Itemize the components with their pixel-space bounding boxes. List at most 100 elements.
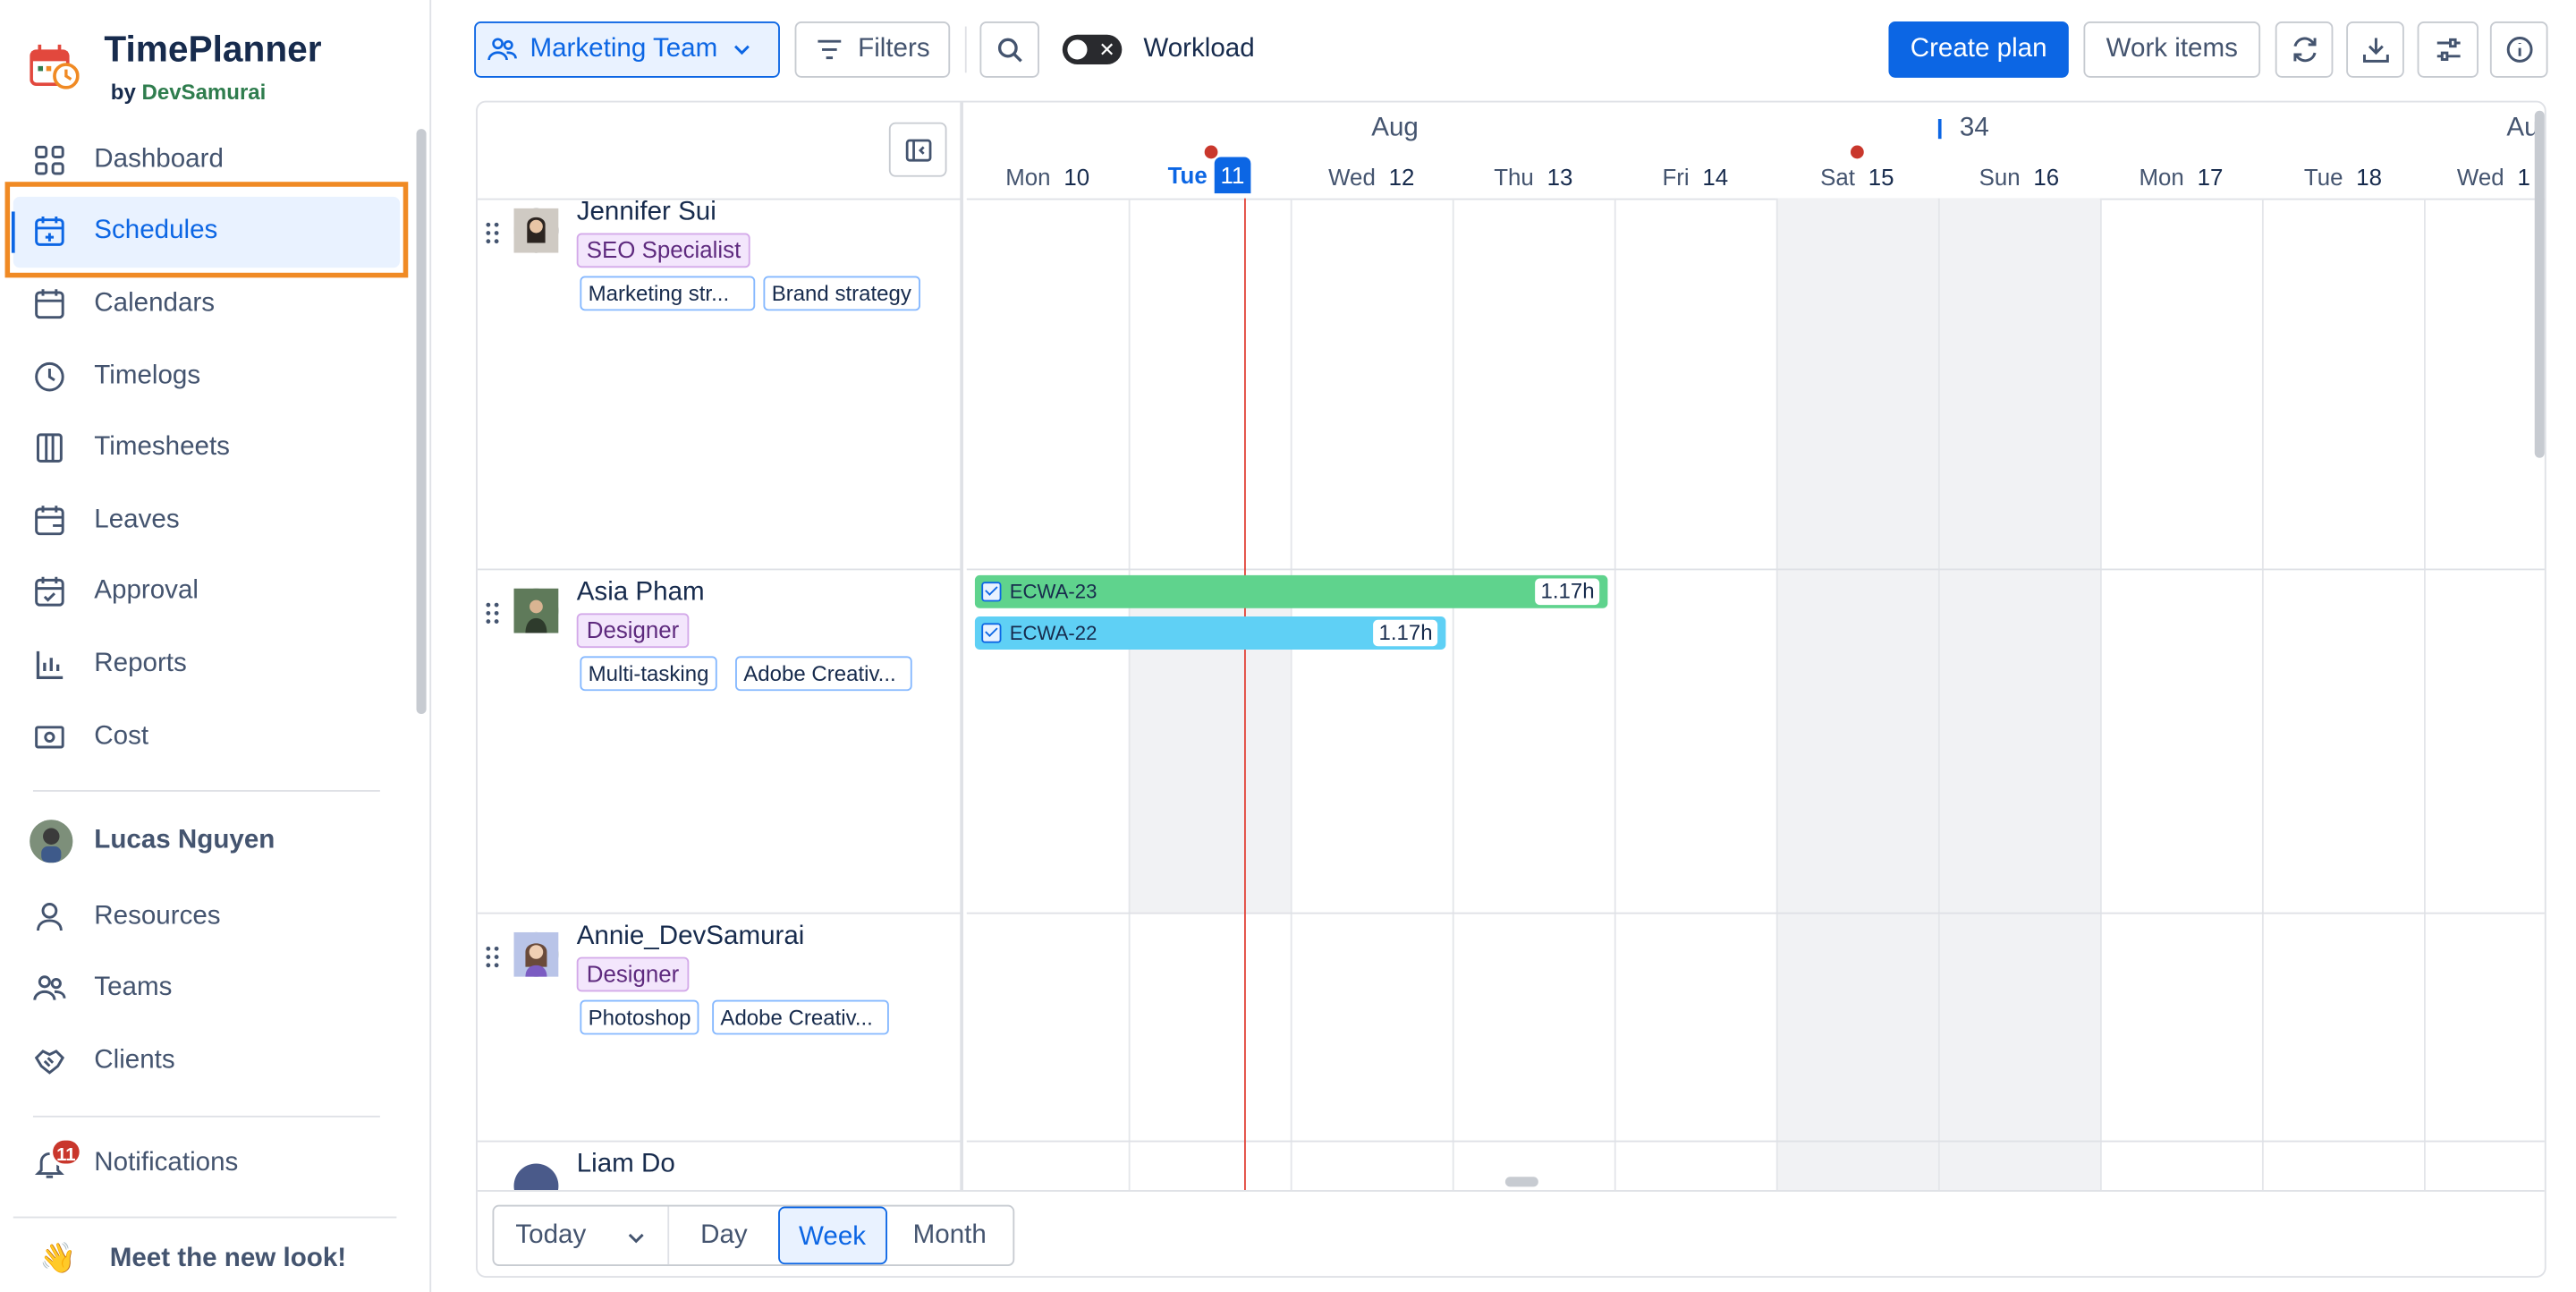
horizontal-scroll-handle[interactable] bbox=[1504, 1177, 1538, 1187]
chevron-down-icon bbox=[734, 45, 750, 55]
sidebar-item-label: Timesheets bbox=[94, 433, 230, 462]
collapse-panel-button[interactable] bbox=[888, 122, 947, 177]
sidebar-item-leaves[interactable]: Leaves bbox=[0, 484, 413, 557]
resource-name[interactable]: Liam Do bbox=[577, 1151, 675, 1180]
search-button[interactable] bbox=[979, 21, 1039, 78]
view-switcher: Today Day Week Month bbox=[492, 1204, 1015, 1267]
sidebar-item-label: Cost bbox=[94, 721, 149, 750]
grid-line bbox=[2261, 198, 2264, 1191]
avatar bbox=[513, 208, 559, 253]
day-number: 13 bbox=[1546, 163, 1573, 191]
new-look-label: Meet the new look! bbox=[109, 1244, 347, 1272]
resource-column: Jennifer Sui SEO Specialist Marketing st… bbox=[477, 102, 963, 1191]
team-selector-label: Marketing Team bbox=[530, 34, 718, 64]
task-key: ECWA-23 bbox=[1009, 580, 1097, 604]
day-name: Sat bbox=[1820, 163, 1855, 191]
download-button[interactable] bbox=[2346, 21, 2404, 78]
sidebar-item-label: Resources bbox=[94, 902, 221, 931]
vertical-scrollbar[interactable] bbox=[2534, 110, 2545, 458]
sidebar-item-resources[interactable]: Resources bbox=[0, 881, 413, 954]
view-week-button[interactable]: Week bbox=[777, 1206, 887, 1265]
settings-button[interactable] bbox=[2417, 21, 2479, 78]
checkbox-icon bbox=[981, 623, 1002, 643]
grid-line bbox=[1128, 198, 1131, 1191]
current-user[interactable]: Lucas Nguyen bbox=[30, 820, 275, 863]
refresh-icon bbox=[2292, 37, 2316, 63]
sidebar-item-notifications[interactable]: 11 Notifications bbox=[33, 1136, 239, 1180]
schedule-panel: Jennifer Sui SEO Specialist Marketing st… bbox=[476, 100, 2546, 1278]
timeline-grid[interactable]: Aug 34 Au Mon 10 Tue 11 Wed 12 Thu 13 Fri 14 … bbox=[966, 103, 2545, 1191]
sidebar-nav-secondary: Resources Teams Clients bbox=[0, 881, 413, 1098]
day-header: Fri 14 bbox=[1614, 164, 1776, 191]
grid-line bbox=[2099, 198, 2102, 1191]
drag-handle-icon[interactable] bbox=[484, 222, 500, 245]
bell-icon: 11 bbox=[33, 1136, 83, 1180]
sidebar-item-label: Calendars bbox=[94, 289, 216, 318]
resource-name[interactable]: Asia Pham bbox=[577, 579, 705, 608]
sidebar-item-schedules[interactable]: Schedules bbox=[11, 196, 401, 268]
team-selector[interactable]: Marketing Team bbox=[474, 21, 780, 78]
skill-tag: Adobe Creativ... bbox=[712, 999, 889, 1035]
checkbox-icon bbox=[981, 582, 1002, 602]
sidebar-item-dashboard[interactable]: Dashboard bbox=[0, 124, 413, 197]
drag-handle-icon[interactable] bbox=[484, 601, 500, 625]
weekend-column bbox=[1937, 198, 2100, 1191]
calendar-plus-icon bbox=[35, 217, 64, 247]
task-key: ECWA-22 bbox=[1009, 621, 1097, 645]
day-number: 12 bbox=[1388, 163, 1415, 191]
today-dropdown[interactable]: Today bbox=[494, 1206, 670, 1265]
day-name: Mon bbox=[2139, 163, 2184, 191]
grid-line bbox=[1452, 198, 1454, 1191]
view-month-button[interactable]: Month bbox=[886, 1220, 1013, 1250]
avatar bbox=[513, 1163, 559, 1191]
task-bar[interactable]: ECWA-22 1.17h bbox=[974, 616, 1446, 650]
sidebar-item-timelogs[interactable]: Timelogs bbox=[0, 340, 413, 412]
workload-toggle[interactable]: ✕ bbox=[1062, 34, 1123, 65]
money-icon bbox=[35, 725, 64, 748]
drag-handle-icon[interactable] bbox=[484, 946, 500, 969]
task-hours: 1.17h bbox=[1373, 619, 1438, 647]
resource-name[interactable]: Annie_DevSamurai bbox=[577, 922, 805, 952]
calendar-icon bbox=[35, 289, 64, 319]
row-divider bbox=[966, 1140, 2545, 1143]
row-divider bbox=[477, 1140, 963, 1143]
day-name: Thu bbox=[1494, 163, 1534, 191]
sidebar-scrollbar[interactable] bbox=[416, 129, 427, 715]
new-look-banner[interactable]: 👋 Meet the new look! bbox=[39, 1241, 346, 1276]
resource-name[interactable]: Jennifer Sui bbox=[577, 199, 716, 228]
create-plan-button[interactable]: Create plan bbox=[1888, 21, 2069, 78]
day-name: Fri bbox=[1662, 163, 1690, 191]
grid-line bbox=[1290, 198, 1292, 1191]
sliders-icon bbox=[2436, 38, 2460, 61]
grid-line bbox=[1775, 198, 1778, 1191]
sidebar: TimePlanner by DevSamurai Dashboard Sche… bbox=[0, 0, 432, 1292]
sidebar-item-label: Notifications bbox=[94, 1148, 239, 1177]
day-number: 11 bbox=[1214, 157, 1251, 194]
person-icon bbox=[37, 902, 63, 931]
resource-row: Liam Do bbox=[478, 1151, 963, 1191]
sidebar-item-reports[interactable]: Reports bbox=[0, 628, 413, 701]
filters-button[interactable]: Filters bbox=[794, 21, 951, 78]
toolbar-divider bbox=[964, 26, 967, 73]
sidebar-item-cost[interactable]: Cost bbox=[0, 701, 413, 773]
sidebar-nav: Dashboard Schedules Calendars Timelogs T… bbox=[0, 124, 413, 773]
filters-label: Filters bbox=[858, 34, 930, 64]
sidebar-item-calendars[interactable]: Calendars bbox=[0, 268, 413, 341]
sidebar-item-teams[interactable]: Teams bbox=[0, 953, 413, 1025]
sidebar-item-approval[interactable]: Approval bbox=[0, 557, 413, 629]
refresh-button[interactable] bbox=[2275, 21, 2334, 78]
day-number: 17 bbox=[2197, 163, 2224, 191]
sidebar-item-clients[interactable]: Clients bbox=[0, 1025, 413, 1098]
notification-count-badge: 11 bbox=[49, 1136, 83, 1168]
info-button[interactable] bbox=[2489, 21, 2548, 78]
row-divider bbox=[966, 912, 2545, 914]
day-header: Sun 16 bbox=[1938, 164, 2100, 191]
view-day-button[interactable]: Day bbox=[670, 1220, 778, 1250]
sidebar-item-timesheets[interactable]: Timesheets bbox=[0, 412, 413, 485]
work-items-button[interactable]: Work items bbox=[2083, 21, 2261, 78]
grid-line bbox=[1937, 198, 1940, 1191]
week-start-marker bbox=[1937, 119, 1942, 140]
task-bar[interactable]: ECWA-23 1.17h bbox=[974, 574, 1608, 608]
day-header: Sat 15 bbox=[1776, 164, 1938, 191]
day-header: Mon 10 bbox=[967, 164, 1129, 191]
